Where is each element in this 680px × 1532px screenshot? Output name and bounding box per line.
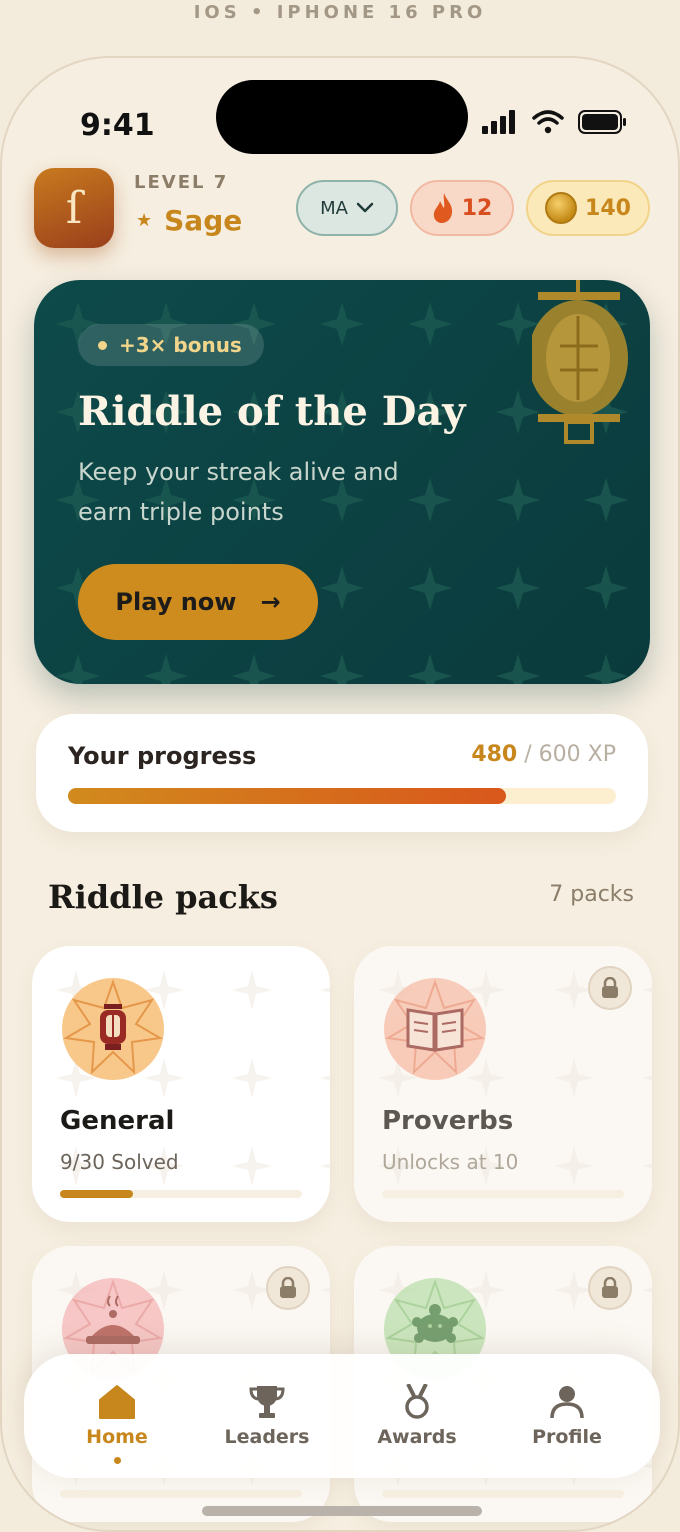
lock-icon bbox=[588, 1266, 632, 1310]
chevron-down-icon bbox=[356, 202, 374, 213]
home-icon bbox=[99, 1385, 135, 1419]
pack-count: 7 packs bbox=[549, 882, 634, 907]
status-time: 9:41 bbox=[80, 108, 155, 143]
streak-count: 12 bbox=[461, 195, 493, 221]
lock-icon bbox=[266, 1266, 310, 1310]
pack-status: 9/30 Solved bbox=[60, 1150, 179, 1174]
coin-icon bbox=[545, 192, 578, 224]
pack-progress-bar bbox=[60, 1190, 302, 1198]
progress-card: Your progress 480 / 600 XP bbox=[36, 714, 648, 832]
tab-profile[interactable]: Profile bbox=[497, 1384, 637, 1448]
pack-progress-fill bbox=[60, 1190, 133, 1198]
bonus-dot bbox=[98, 340, 107, 350]
pack-progress-bar bbox=[60, 1490, 302, 1498]
tab-bar: Home Leaders Awards Profile bbox=[24, 1354, 660, 1478]
hero-subtitle: Keep your streak alive and earn triple p… bbox=[78, 458, 399, 526]
progress-title: Your progress bbox=[68, 742, 257, 770]
progress-separator: / bbox=[524, 742, 532, 767]
medal-icon bbox=[405, 1384, 429, 1419]
tab-label: Awards bbox=[377, 1426, 457, 1448]
tab-home[interactable]: Home bbox=[47, 1384, 187, 1464]
progress-fill bbox=[68, 788, 507, 804]
phone-frame: 9:41 ſ LEVEL 7 ★ Sage MA 12 140 +3× bonu… bbox=[0, 56, 680, 1532]
home-indicator[interactable] bbox=[202, 1506, 482, 1516]
device-label: IOS • IPHONE 16 PRO bbox=[193, 2, 487, 23]
trophy-icon bbox=[249, 1386, 285, 1418]
active-indicator bbox=[113, 1457, 121, 1464]
progress-values: 480 / 600 XP bbox=[471, 742, 616, 767]
pack-progress-bar bbox=[382, 1490, 624, 1498]
pack-pattern bbox=[32, 946, 330, 1222]
lantern-icon bbox=[62, 978, 164, 1080]
riddle-of-the-day-card[interactable]: +3× bonus Riddle of the Day Keep your st… bbox=[34, 280, 650, 684]
progress-bar bbox=[68, 788, 616, 804]
progress-current: 480 bbox=[471, 742, 518, 767]
bonus-badge: +3× bonus bbox=[78, 324, 264, 366]
pack-card-general[interactable]: General 9/30 Solved bbox=[32, 946, 330, 1222]
app-logo: ſ bbox=[34, 168, 114, 248]
section-title: Riddle packs bbox=[48, 878, 278, 916]
play-now-label: Play now bbox=[115, 588, 237, 616]
tab-label: Profile bbox=[532, 1426, 602, 1448]
play-now-button[interactable]: Play now → bbox=[78, 564, 318, 640]
pack-progress-bar bbox=[382, 1190, 624, 1198]
progress-total: 600 XP bbox=[538, 742, 616, 767]
level-label: LEVEL 7 bbox=[134, 172, 229, 193]
language-code: MA bbox=[320, 197, 348, 219]
coin-count: 140 bbox=[585, 195, 631, 221]
tab-awards[interactable]: Awards bbox=[347, 1384, 487, 1448]
lantern-icon bbox=[532, 280, 628, 444]
tab-leaders[interactable]: Leaders bbox=[197, 1384, 337, 1448]
person-icon bbox=[550, 1386, 584, 1419]
language-selector[interactable]: MA bbox=[296, 180, 398, 236]
level-title: ★ Sage bbox=[136, 204, 242, 237]
coins-badge[interactable]: 140 bbox=[526, 180, 650, 236]
status-icons bbox=[482, 110, 628, 134]
pack-status: Unlocks at 10 bbox=[382, 1150, 519, 1174]
bonus-text: +3× bonus bbox=[119, 333, 242, 357]
level-name: Sage bbox=[164, 204, 243, 237]
lock-icon bbox=[588, 966, 632, 1010]
streak-badge[interactable]: 12 bbox=[410, 180, 514, 236]
hero-title: Riddle of the Day bbox=[78, 388, 466, 435]
flame-icon bbox=[433, 193, 452, 223]
dynamic-island bbox=[216, 80, 468, 154]
tab-label: Leaders bbox=[224, 1426, 310, 1448]
star-icon: ★ bbox=[136, 210, 153, 231]
pack-card-proverbs[interactable]: Proverbs Unlocks at 10 bbox=[354, 946, 652, 1222]
signal-icon bbox=[482, 110, 515, 134]
battery-icon bbox=[578, 110, 626, 134]
pack-name: General bbox=[60, 1106, 175, 1136]
book-icon bbox=[384, 978, 486, 1080]
pack-name: Proverbs bbox=[382, 1106, 514, 1136]
arrow-right-icon: → bbox=[260, 588, 281, 616]
tab-label: Home bbox=[86, 1426, 148, 1448]
wifi-icon bbox=[532, 110, 564, 134]
